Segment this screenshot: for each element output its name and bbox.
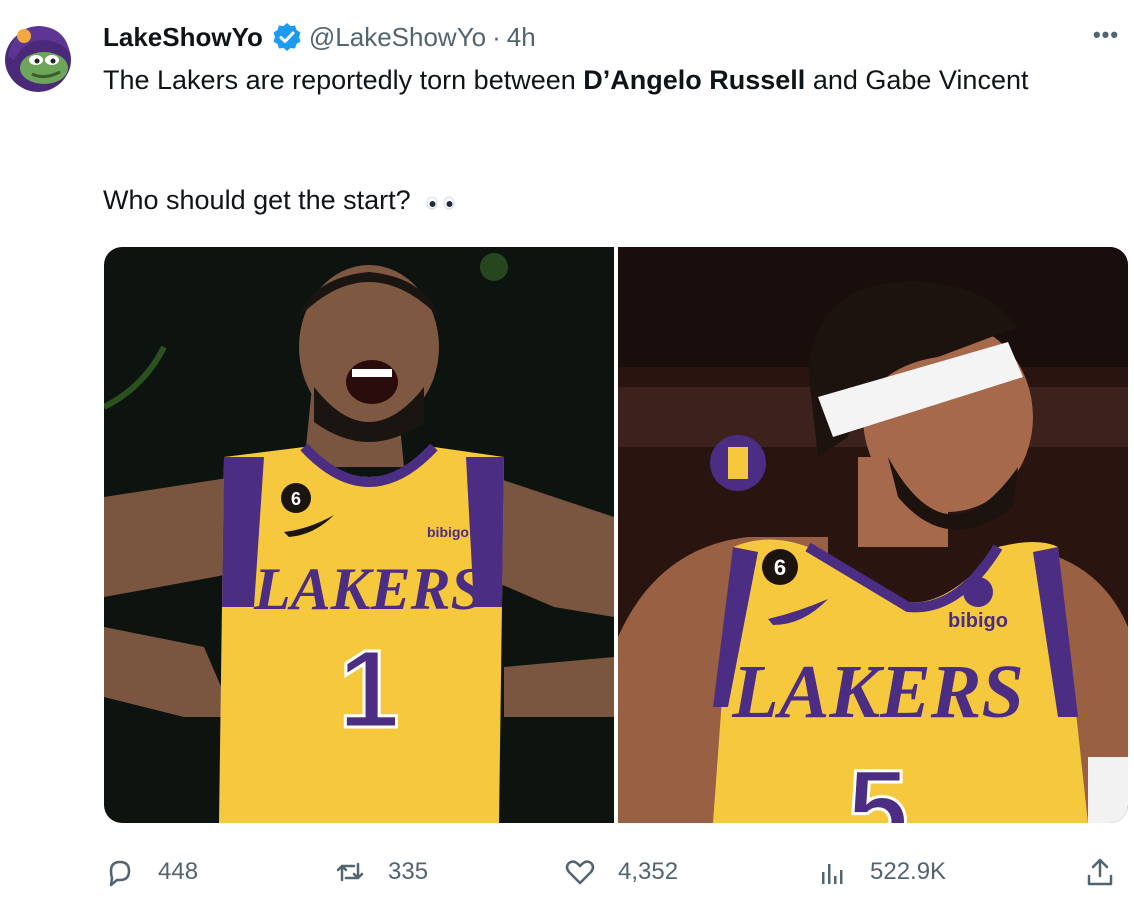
- action-bar: 448 335 4,352 522.9K: [104, 850, 1124, 894]
- reply-button[interactable]: 448: [104, 850, 198, 894]
- like-count: 4,352: [618, 858, 679, 885]
- tweet-text: The Lakers are reportedly torn between D…: [103, 60, 1093, 100]
- tweet-question: Who should get the start?: [103, 185, 411, 215]
- display-name[interactable]: LakeShowYo: [103, 22, 263, 53]
- jersey-team-left: LAKERS: [253, 556, 484, 622]
- eyes-emoji-icon: [424, 182, 458, 222]
- retweet-count: 335: [388, 858, 429, 885]
- player-photo-left: 6 bibigo LAKERS 1: [104, 247, 614, 823]
- media-photo-left[interactable]: 6 bibigo LAKERS 1: [104, 247, 614, 823]
- verified-badge-icon[interactable]: [271, 21, 303, 53]
- media-grid[interactable]: 6 bibigo LAKERS 1 6 bibigo LAKERS 5: [104, 247, 1128, 823]
- tweet-card[interactable]: LakeShowYo @LakeShowYo · 4h ••• The Lake…: [0, 0, 1134, 908]
- tweet-header: LakeShowYo @LakeShowYo · 4h: [103, 20, 536, 54]
- tweet-text-bold[interactable]: D’Angelo Russell: [583, 65, 805, 95]
- jersey-number-right: 5: [847, 748, 908, 823]
- more-options-icon[interactable]: •••: [1088, 22, 1124, 54]
- jersey-sponsor-right: bibigo: [948, 610, 1008, 632]
- jersey-patch-right: 6: [774, 555, 786, 580]
- reply-count: 448: [158, 858, 199, 885]
- reply-icon: [109, 860, 131, 887]
- jersey-team-right: LAKERS: [731, 650, 1023, 734]
- views-button[interactable]: 522.9K: [816, 850, 946, 894]
- like-button[interactable]: 4,352: [564, 850, 678, 894]
- avatar[interactable]: [4, 20, 72, 92]
- retweet-button[interactable]: 335: [334, 850, 428, 894]
- share-button[interactable]: [1084, 850, 1116, 894]
- heart-icon: [565, 860, 595, 885]
- handle[interactable]: @LakeShowYo: [309, 22, 486, 53]
- share-icon: [1087, 858, 1113, 886]
- jersey-sponsor-left: bibigo: [427, 524, 469, 540]
- jersey-number-left: 1: [338, 628, 399, 751]
- tweet-question-line: Who should get the start?: [103, 180, 458, 222]
- jersey-patch-left: 6: [291, 489, 301, 509]
- views-count: 522.9K: [870, 858, 947, 885]
- player-photo-right: 6 bibigo LAKERS 5: [618, 247, 1128, 823]
- timestamp[interactable]: 4h: [507, 22, 536, 53]
- pepe-avatar-icon: [5, 26, 71, 92]
- views-icon: [822, 864, 843, 884]
- media-photo-right[interactable]: 6 bibigo LAKERS 5: [618, 247, 1128, 823]
- tweet-text-part1: The Lakers are reportedly torn between: [103, 65, 584, 95]
- retweet-icon: [336, 862, 364, 882]
- separator-dot: ·: [492, 21, 501, 52]
- tweet-text-part2: and Gabe Vincent: [805, 65, 1029, 95]
